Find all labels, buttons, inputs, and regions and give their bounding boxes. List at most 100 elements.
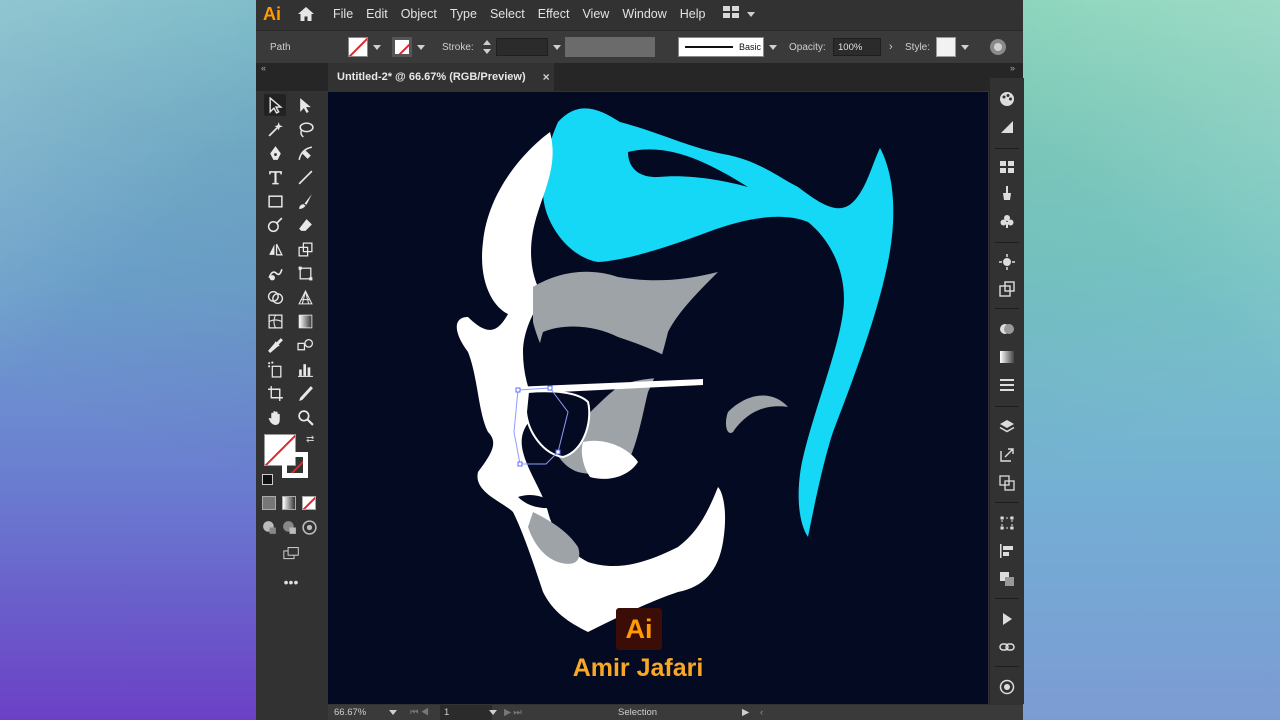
eraser-tool-icon[interactable]	[294, 214, 316, 236]
links-icon[interactable]	[998, 638, 1016, 656]
magic-wand-tool-icon[interactable]	[264, 118, 286, 140]
default-fill-stroke-icon[interactable]	[262, 474, 273, 485]
warp-tool-icon[interactable]	[264, 262, 286, 284]
artboard-dropdown[interactable]	[484, 705, 497, 720]
draw-behind-icon[interactable]	[280, 518, 298, 536]
blend-tool-icon[interactable]	[294, 334, 316, 356]
shape-builder-tool-icon[interactable]	[264, 286, 286, 308]
graphic-styles-icon[interactable]	[998, 280, 1016, 298]
color-guide-icon[interactable]	[998, 118, 1016, 136]
fill-swatch[interactable]	[348, 37, 368, 57]
paintbrush-tool-icon[interactable]	[294, 190, 316, 212]
artboards-icon[interactable]	[998, 474, 1016, 492]
chevron-down-icon[interactable]	[389, 710, 397, 715]
chevron-down-icon[interactable]	[961, 44, 969, 50]
line-segment-tool-icon[interactable]	[294, 166, 316, 188]
more-tools-icon[interactable]: •••	[280, 574, 302, 590]
menu-help[interactable]: Help	[680, 7, 706, 21]
stroke-panel-icon[interactable]	[998, 376, 1016, 394]
artboard-tool-icon[interactable]	[264, 382, 286, 404]
stroke-weight-stepper[interactable]	[482, 31, 561, 63]
menu-file[interactable]: File	[333, 7, 353, 21]
artboard-canvas[interactable]: Ai Amir Jafari	[328, 92, 988, 704]
transform-icon[interactable]	[998, 514, 1016, 532]
slice-tool-icon[interactable]	[294, 382, 316, 404]
menu-view[interactable]: View	[582, 7, 609, 21]
free-transform-tool-icon[interactable]	[294, 262, 316, 284]
chevron-down-icon[interactable]	[553, 44, 561, 50]
close-icon[interactable]: ×	[543, 70, 550, 84]
next-last-artboard-icons[interactable]: ▶⏭	[504, 705, 524, 720]
pen-tool-icon[interactable]	[264, 142, 286, 164]
draw-inside-icon[interactable]	[300, 518, 318, 536]
opacity-control[interactable]: 100% ›	[833, 31, 893, 63]
reflect-tool-icon[interactable]	[264, 238, 286, 260]
fill-control[interactable]	[348, 31, 381, 63]
tab-document[interactable]: Untitled-2* @ 66.67% (RGB/Preview) ×	[328, 63, 554, 91]
menu-type[interactable]: Type	[450, 7, 477, 21]
style-swatch[interactable]	[936, 37, 956, 57]
eyedropper-tool-icon[interactable]	[264, 334, 286, 356]
align-icon[interactable]	[998, 542, 1016, 560]
chevron-down-icon[interactable]	[769, 44, 777, 50]
menu-effect[interactable]: Effect	[538, 7, 570, 21]
status-menu-arrow-icon[interactable]: ▶	[742, 705, 749, 720]
curvature-tool-icon[interactable]	[294, 142, 316, 164]
menu-select[interactable]: Select	[490, 7, 525, 21]
shaper-tool-icon[interactable]	[264, 214, 286, 236]
recolor-artwork-icon[interactable]	[989, 31, 1007, 63]
fill-stroke-widget[interactable]: ⇄	[262, 434, 318, 490]
swap-fill-stroke-icon[interactable]: ⇄	[306, 434, 314, 445]
color-palette-icon[interactable]	[998, 90, 1016, 108]
first-prev-artboard-icons[interactable]: ⏮◀	[410, 705, 431, 720]
chevron-down-icon[interactable]	[417, 44, 425, 50]
pathfinder-icon[interactable]	[998, 570, 1016, 588]
gradient-tool-icon[interactable]	[294, 310, 316, 332]
collapse-panels-icon[interactable]: »	[1010, 63, 1015, 73]
style-control[interactable]	[936, 31, 969, 63]
gradient-panel-icon[interactable]	[998, 348, 1016, 366]
chevron-right-icon[interactable]: ›	[889, 41, 893, 53]
workspace-switcher[interactable]	[722, 5, 755, 23]
direct-selection-tool-icon[interactable]	[294, 94, 316, 116]
libraries-icon[interactable]	[998, 678, 1016, 696]
home-icon[interactable]	[295, 3, 317, 25]
color-mode-icon[interactable]	[260, 494, 278, 512]
actions-play-icon[interactable]	[998, 610, 1016, 628]
menu-edit[interactable]: Edit	[366, 7, 388, 21]
type-tool-icon[interactable]	[264, 166, 286, 188]
gradient-mode-icon[interactable]	[280, 494, 298, 512]
stroke-swatch[interactable]	[392, 37, 412, 57]
mesh-tool-icon[interactable]	[264, 310, 286, 332]
width-profile-bar[interactable]	[565, 37, 655, 57]
scroll-left-icon[interactable]: ‹	[760, 705, 763, 720]
swatches-icon[interactable]	[998, 158, 1016, 176]
lasso-tool-icon[interactable]	[294, 118, 316, 140]
chevron-down-icon[interactable]	[489, 710, 497, 715]
opacity-field[interactable]: 100%	[833, 38, 881, 56]
zoom-dropdown[interactable]	[384, 705, 397, 720]
collapse-toolbar-icon[interactable]: «	[261, 63, 266, 73]
screen-mode-icon[interactable]	[280, 544, 302, 562]
chevron-down-icon[interactable]	[373, 44, 381, 50]
appearance-icon[interactable]	[998, 253, 1016, 271]
stroke-weight-field[interactable]	[496, 38, 548, 56]
stroke-box[interactable]	[282, 452, 308, 478]
rectangle-tool-icon[interactable]	[264, 190, 286, 212]
brush-definition[interactable]: Basic	[678, 31, 777, 63]
perspective-grid-tool-icon[interactable]	[294, 286, 316, 308]
brushes-icon[interactable]	[998, 184, 1016, 202]
selection-tool-icon[interactable]	[264, 94, 286, 116]
stroke-color-control[interactable]	[392, 31, 425, 63]
scale-tool-icon[interactable]	[294, 238, 316, 260]
none-mode-icon[interactable]	[300, 494, 318, 512]
export-icon[interactable]	[998, 446, 1016, 464]
zoom-tool-icon[interactable]	[294, 406, 316, 428]
variable-width-profile[interactable]	[565, 31, 655, 63]
menu-object[interactable]: Object	[401, 7, 437, 21]
hand-tool-icon[interactable]	[264, 406, 286, 428]
layers-icon[interactable]	[998, 418, 1016, 436]
symbol-sprayer-tool-icon[interactable]	[264, 358, 286, 380]
symbols-icon[interactable]	[998, 212, 1016, 230]
transparency-icon[interactable]	[998, 320, 1016, 338]
